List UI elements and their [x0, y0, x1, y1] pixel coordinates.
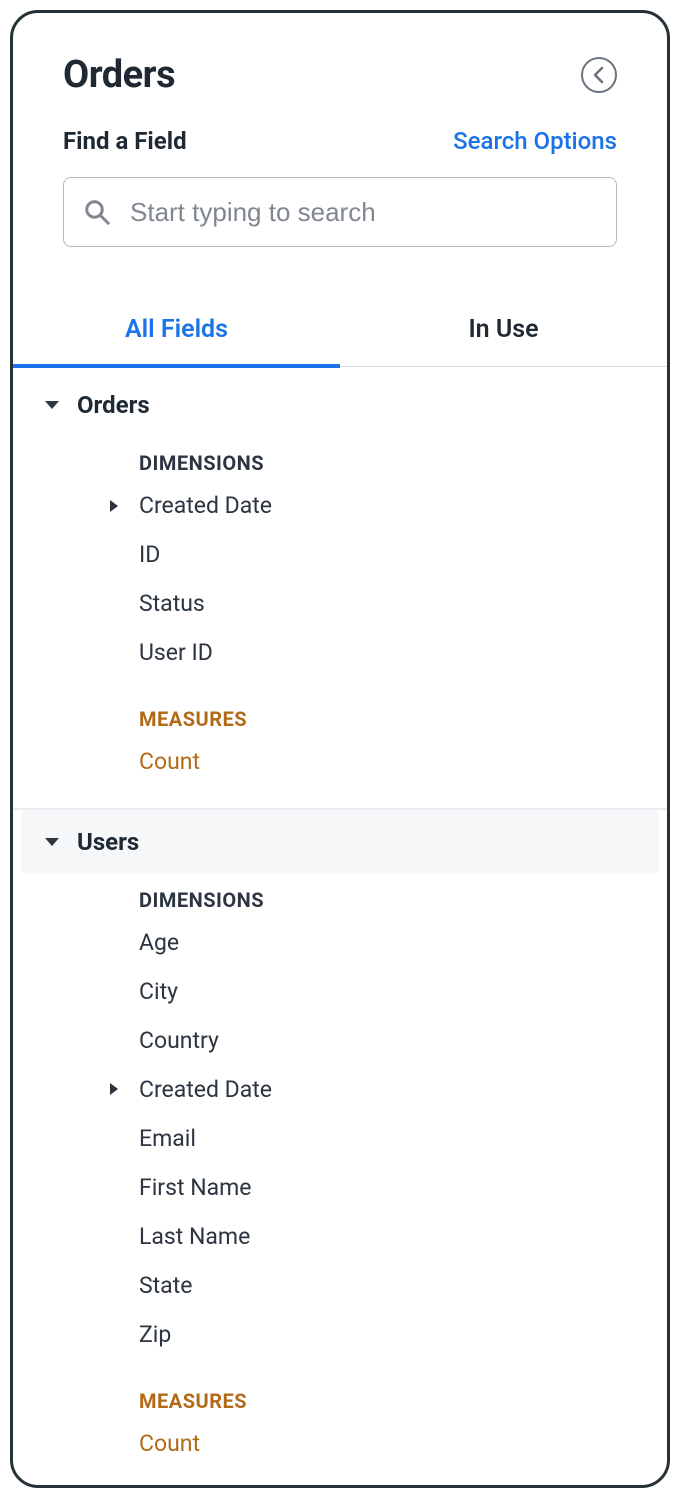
dimensions-label: DIMENSIONS [13, 437, 667, 481]
search-input[interactable] [130, 197, 598, 228]
field-label: Last Name [103, 1223, 250, 1250]
field-count[interactable]: Count [13, 1419, 667, 1468]
field-age[interactable]: Age [13, 918, 667, 967]
panel-header: Orders [13, 13, 667, 119]
tab-all-fields[interactable]: All Fields [13, 303, 340, 366]
find-field-header: Find a Field Search Options [13, 119, 667, 165]
field-user-id[interactable]: User ID [13, 628, 667, 677]
field-last-name[interactable]: Last Name [13, 1212, 667, 1261]
tab-in-use[interactable]: In Use [340, 303, 667, 366]
view-list: Orders DIMENSIONS Created Date ID Status… [13, 367, 667, 1468]
view-header-users[interactable]: Users [21, 810, 659, 874]
field-label: Zip [103, 1321, 171, 1348]
field-label: First Name [103, 1174, 251, 1201]
caret-right-icon [103, 498, 125, 514]
measures-label: MEASURES [13, 677, 667, 737]
field-city[interactable]: City [13, 967, 667, 1016]
field-label: City [103, 978, 178, 1005]
field-label: Email [103, 1125, 196, 1152]
view-header-orders[interactable]: Orders [13, 373, 667, 437]
field-created-date[interactable]: Created Date [13, 481, 667, 530]
field-label: Count [103, 748, 200, 775]
caret-down-icon [43, 398, 61, 412]
field-id[interactable]: ID [13, 530, 667, 579]
field-label: Created Date [139, 492, 272, 519]
view-name: Users [77, 828, 139, 856]
field-label: State [103, 1272, 192, 1299]
field-zip[interactable]: Zip [13, 1310, 667, 1359]
field-label: User ID [103, 639, 213, 666]
search-icon [82, 197, 112, 227]
field-picker-panel: Orders Find a Field Search Options All F… [10, 10, 670, 1488]
field-label: Count [103, 1430, 200, 1457]
collapse-panel-button[interactable] [581, 57, 617, 93]
field-tabs: All Fields In Use [13, 303, 667, 367]
panel-title: Orders [63, 53, 175, 97]
field-label: Country [103, 1027, 219, 1054]
field-label: Status [103, 590, 205, 617]
field-email[interactable]: Email [13, 1114, 667, 1163]
field-label: Created Date [139, 1076, 272, 1103]
chevron-left-icon [592, 66, 606, 84]
field-state[interactable]: State [13, 1261, 667, 1310]
caret-right-icon [103, 1081, 125, 1097]
field-label: ID [103, 541, 160, 568]
field-count[interactable]: Count [13, 737, 667, 786]
field-status[interactable]: Status [13, 579, 667, 628]
view-name: Orders [77, 391, 150, 419]
field-label: Age [103, 929, 179, 956]
find-field-label: Find a Field [63, 127, 187, 155]
caret-down-icon [43, 835, 61, 849]
field-first-name[interactable]: First Name [13, 1163, 667, 1212]
measures-label: MEASURES [13, 1359, 667, 1419]
dimensions-label: DIMENSIONS [13, 874, 667, 918]
field-created-date[interactable]: Created Date [13, 1065, 667, 1114]
search-box[interactable] [63, 177, 617, 247]
field-country[interactable]: Country [13, 1016, 667, 1065]
search-options-link[interactable]: Search Options [453, 127, 617, 155]
search-container [13, 165, 667, 277]
